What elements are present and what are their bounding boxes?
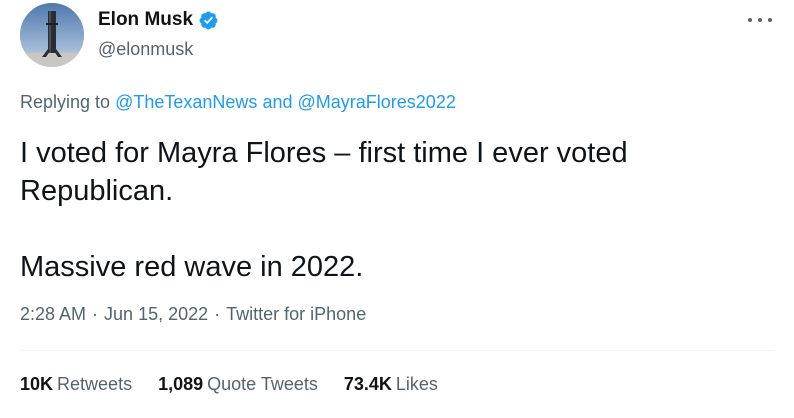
dot-icon [768,18,772,22]
tweet-stats: 10K Retweets 1,089 Quote Tweets 73.4K Likes [20,374,464,395]
likes-stat[interactable]: 73.4K Likes [344,374,438,395]
retweets-count: 10K [20,374,54,394]
tweet-line: I voted for Mayra Flores – first time I … [20,137,628,169]
tweet-line: Massive red wave in 2022. [20,251,364,283]
retweets-stat[interactable]: 10K Retweets [20,374,132,395]
author-info: Elon Musk @elonmusk [98,8,219,60]
mention-link[interactable]: @MayraFlores2022 [298,92,456,112]
quote-tweets-count: 1,089 [158,374,204,394]
dot-icon [758,18,762,22]
meta-separator: · [214,304,221,324]
tweet-line: Republican. [20,175,174,207]
mention-link[interactable]: @TheTexanNews [115,92,257,112]
meta-separator: · [92,304,99,324]
retweets-label: Retweets [57,374,133,394]
quote-tweets-stat[interactable]: 1,089 Quote Tweets [158,374,318,395]
tweet-source[interactable]: Twitter for iPhone [226,304,366,324]
divider [20,350,774,351]
author-display-name[interactable]: Elon Musk [98,9,193,31]
tweet-date[interactable]: Jun 15, 2022 [104,304,208,324]
tweet-card: Elon Musk @elonmusk Replying to @TheTexa… [0,0,794,418]
replying-to: Replying to @TheTexanNews and @MayraFlor… [20,92,456,113]
tweet-meta: 2:28 AM · Jun 15, 2022 · Twitter for iPhone [20,304,366,325]
name-row: Elon Musk [98,8,219,32]
quote-tweets-label: Quote Tweets [207,374,318,394]
replying-prefix: Replying to [20,92,111,112]
avatar[interactable] [20,3,84,67]
author-handle[interactable]: @elonmusk [98,39,219,60]
tweet-time[interactable]: 2:28 AM [20,304,86,324]
tweet-text: I voted for Mayra Flores – first time I … [20,134,760,286]
dot-icon [748,18,752,22]
mention-conjunction: and [262,92,293,112]
verified-badge-icon [198,10,219,31]
likes-label: Likes [395,374,438,394]
likes-count: 73.4K [343,374,392,394]
more-options-icon[interactable] [748,12,772,28]
rocket-booster-avatar-icon [20,3,84,67]
